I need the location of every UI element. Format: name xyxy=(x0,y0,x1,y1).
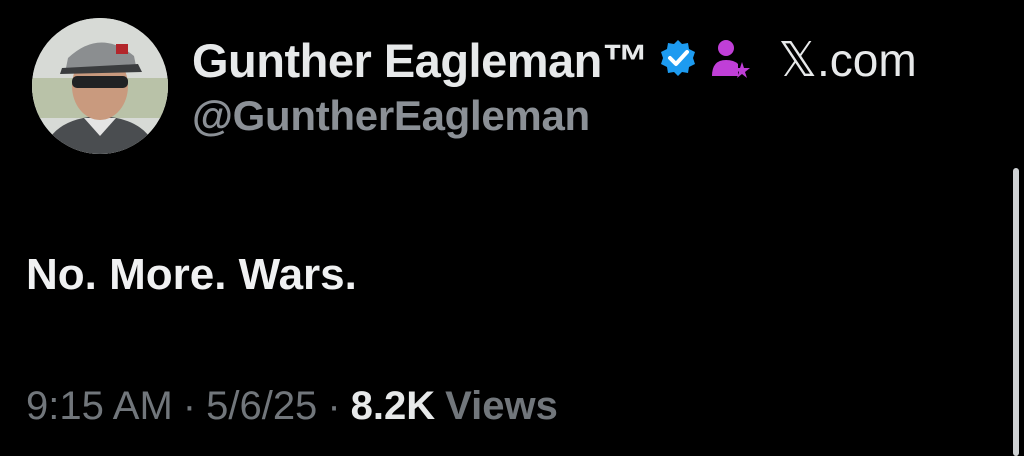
avatar-photo xyxy=(32,18,168,154)
views-label: Views xyxy=(445,384,558,428)
avatar[interactable] xyxy=(32,18,168,154)
separator: · xyxy=(327,384,341,428)
tweet-meta: 9:15 AM · 5/6/25 · 8.2K Views xyxy=(26,384,558,429)
x-logo-icon: 𝕏 xyxy=(778,32,818,88)
name-row: Gunther Eagleman™ 𝕏 .com xyxy=(192,28,917,92)
scrollbar[interactable] xyxy=(1013,168,1019,456)
tweet-date[interactable]: 5/6/25 xyxy=(206,384,317,429)
source-link[interactable]: 𝕏 .com xyxy=(778,32,916,88)
display-name[interactable]: Gunther Eagleman™ xyxy=(192,33,649,88)
tweet-text: No. More. Wars. xyxy=(26,250,357,299)
source-label: .com xyxy=(817,34,917,86)
user-handle[interactable]: @GuntherEagleman xyxy=(192,92,590,140)
tweet-time[interactable]: 9:15 AM xyxy=(26,384,173,429)
affiliate-badge-icon[interactable] xyxy=(708,38,752,83)
tweet-screenshot: Gunther Eagleman™ 𝕏 .com @GuntherEaglema… xyxy=(0,0,1024,456)
verified-badge-icon[interactable] xyxy=(658,38,698,83)
views-count: 8.2K xyxy=(350,384,436,428)
separator: · xyxy=(182,384,197,428)
